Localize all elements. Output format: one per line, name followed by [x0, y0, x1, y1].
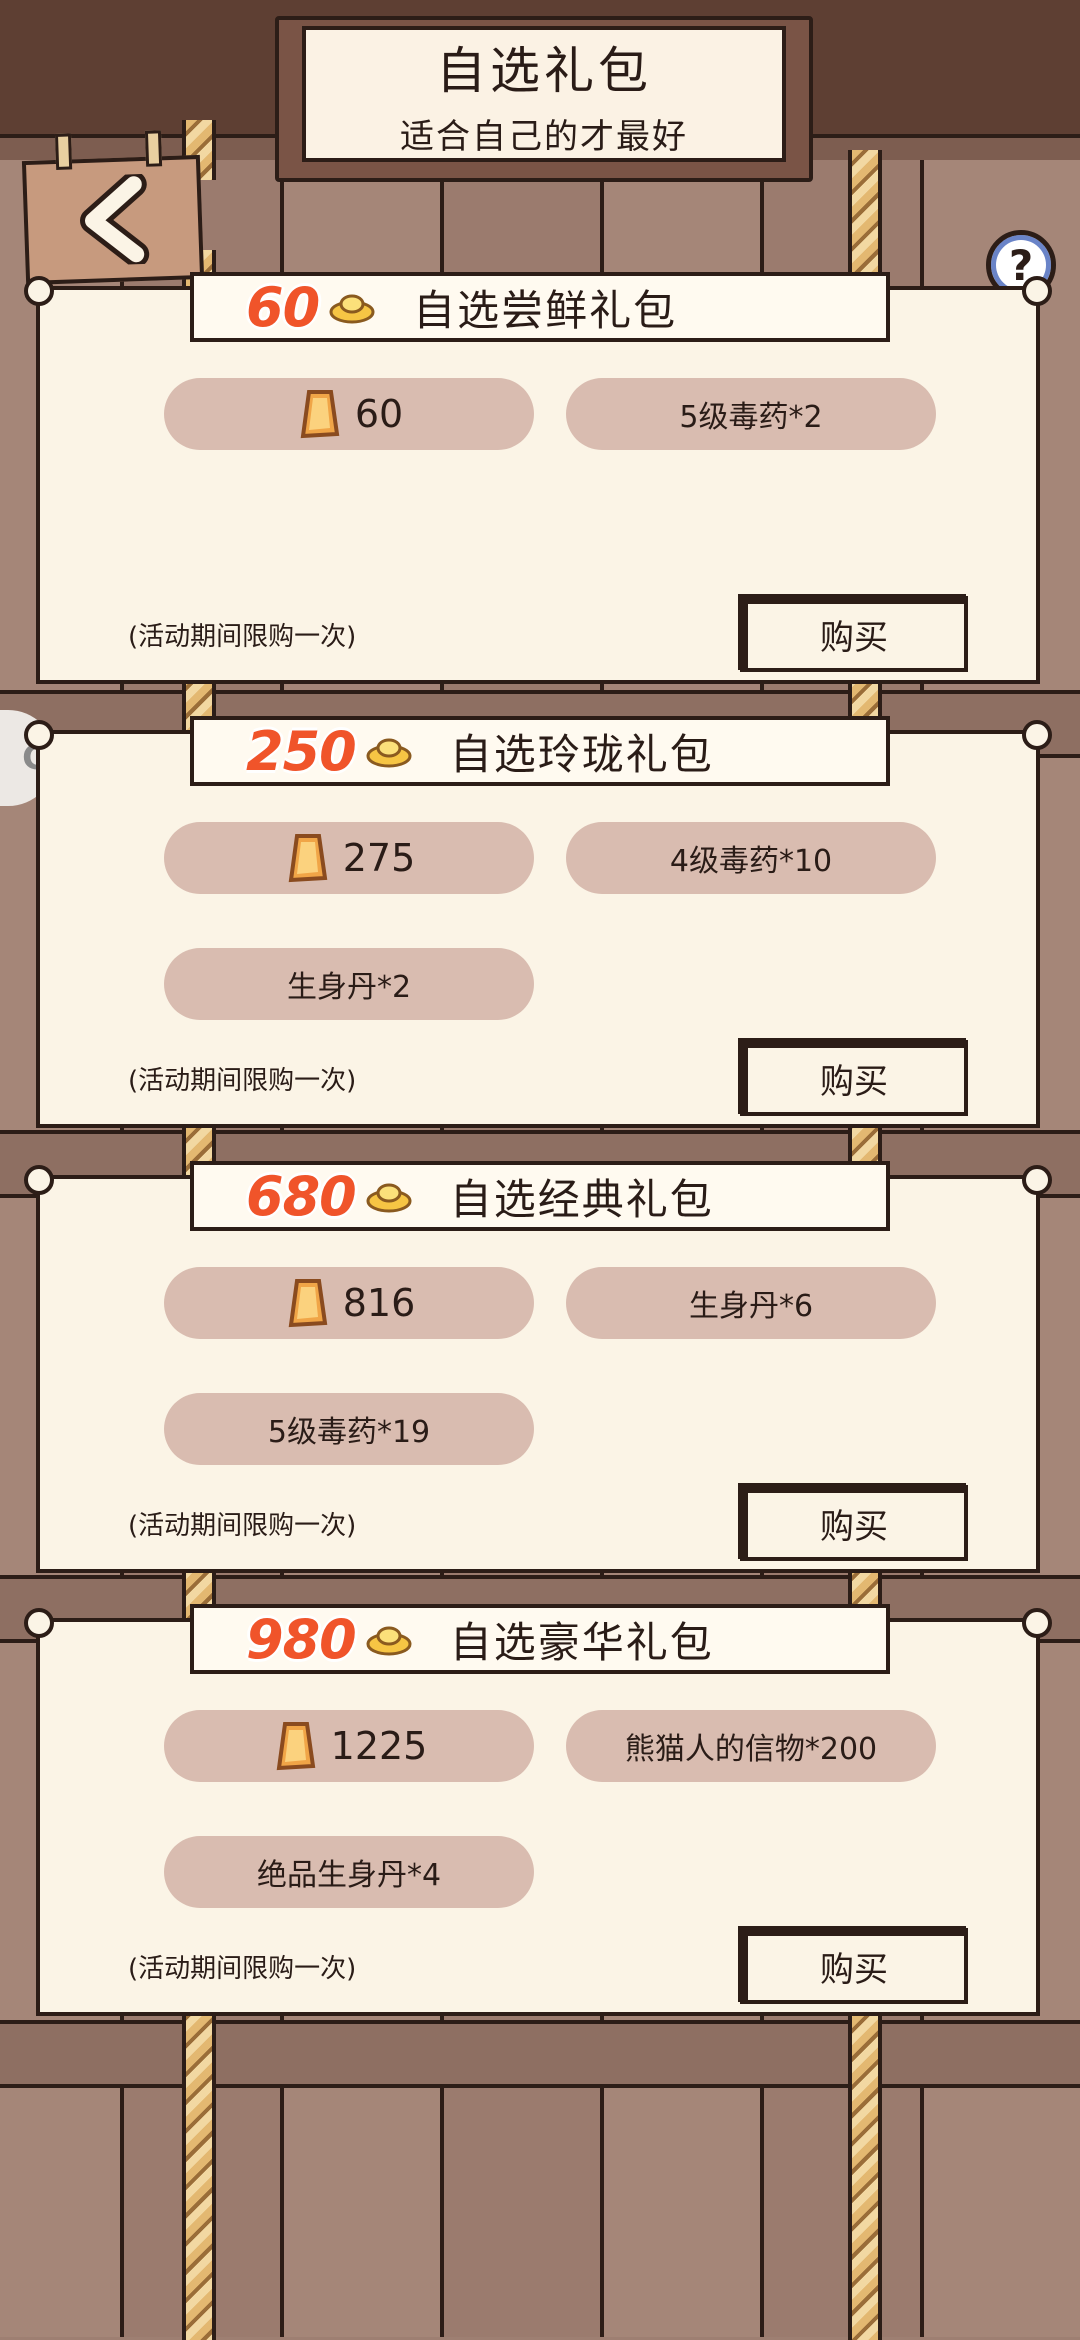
gold-amount: 60 — [354, 392, 404, 436]
gold-ingot-icon — [366, 738, 412, 768]
gold-ingot-icon — [366, 1626, 412, 1656]
item-reward: 4级毒药*10 — [566, 822, 936, 894]
purchase-limit-note: (活动期间限购一次) — [128, 1066, 357, 1096]
buy-button[interactable]: 购买 — [740, 596, 968, 672]
title-plate: 自选礼包 适合自己的才最好 — [302, 26, 786, 162]
gold-amount: 1225 — [330, 1724, 428, 1768]
purchase-limit-note: (活动期间限购一次) — [128, 622, 357, 652]
purchase-limit-note: (活动期间限购一次) — [128, 1954, 357, 1984]
chevron-left-icon — [80, 173, 150, 267]
gold-reward: 60 — [164, 378, 534, 450]
pack-header-4: 980 自选豪华礼包 — [190, 1604, 890, 1674]
pack-name: 自选经典礼包 — [449, 1174, 714, 1224]
gold-amount: 816 — [342, 1281, 416, 1325]
item-label: 绝品生身丹*4 — [256, 1858, 442, 1893]
pack-price: 250 — [246, 719, 357, 783]
gold-reward: 1225 — [164, 1710, 534, 1782]
pack-price: 980 — [246, 1607, 357, 1671]
item-reward: 5级毒药*19 — [164, 1393, 534, 1465]
pack-header-1: 60 自选尝鲜礼包 — [190, 272, 890, 342]
item-label: 熊猫人的信物*200 — [624, 1732, 878, 1767]
gold-ingot-icon — [366, 1183, 412, 1213]
item-label: 4级毒药*10 — [669, 844, 833, 879]
pack-card-3: 816 生身丹*6 5级毒药*19 (活动期间限购一次) 购买 — [24, 1165, 1052, 1573]
pack-header-2: 250 自选玲珑礼包 — [190, 716, 890, 786]
gold-bar-icon — [288, 1279, 328, 1328]
item-reward: 绝品生身丹*4 — [164, 1836, 534, 1908]
page-title: 自选礼包 — [436, 41, 652, 100]
page-subtitle: 适合自己的才最好 — [400, 116, 688, 157]
buy-button[interactable]: 购买 — [740, 1485, 968, 1561]
item-label: 5级毒药*2 — [679, 400, 823, 435]
pack-card-4: 1225 熊猫人的信物*200 绝品生身丹*4 (活动期间限购一次) 购买 — [24, 1608, 1052, 2016]
gold-ingot-icon — [329, 294, 375, 324]
gold-bar-icon — [276, 1722, 315, 1771]
pack-price: 60 — [246, 275, 320, 339]
gold-reward: 816 — [164, 1267, 534, 1339]
item-label: 生身丹*6 — [688, 1289, 814, 1324]
item-reward: 生身丹*6 — [566, 1267, 936, 1339]
pack-header-3: 680 自选经典礼包 — [190, 1161, 890, 1231]
item-reward: 5级毒药*2 — [566, 378, 936, 450]
pack-name: 自选尝鲜礼包 — [413, 285, 678, 335]
purchase-limit-note: (活动期间限购一次) — [128, 1511, 357, 1541]
item-label: 生身丹*2 — [286, 970, 412, 1005]
item-reward: 熊猫人的信物*200 — [566, 1710, 936, 1782]
pack-card-1: 60 5级毒药*2 (活动期间限购一次) 购买 — [24, 276, 1052, 684]
pack-name: 自选玲珑礼包 — [449, 729, 714, 779]
item-reward: 生身丹*2 — [164, 948, 534, 1020]
gold-bar-icon — [288, 834, 328, 883]
pack-name: 自选豪华礼包 — [449, 1617, 714, 1667]
back-button[interactable] — [21, 130, 205, 286]
item-label: 5级毒药*19 — [267, 1415, 431, 1450]
pack-price: 680 — [246, 1164, 357, 1228]
gold-amount: 275 — [342, 836, 416, 880]
buy-button[interactable]: 购买 — [740, 1040, 968, 1116]
gold-bar-icon — [300, 390, 340, 439]
buy-button[interactable]: 购买 — [740, 1928, 968, 2004]
gold-reward: 275 — [164, 822, 534, 894]
pack-card-2: 275 4级毒药*10 生身丹*2 (活动期间限购一次) 购买 — [24, 720, 1052, 1128]
